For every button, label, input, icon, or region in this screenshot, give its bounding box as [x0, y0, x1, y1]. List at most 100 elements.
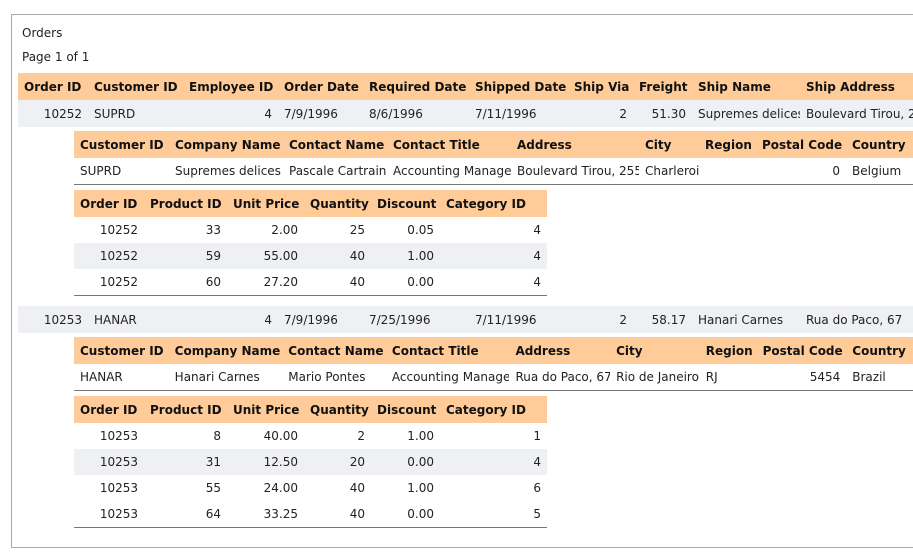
product-id: 33 [205, 223, 221, 237]
customer-id: SUPRD [80, 164, 122, 178]
col-header-address: Address [515, 343, 571, 358]
product-id: 31 [205, 455, 221, 469]
ship-address: Rua do Paco, 67 [806, 312, 903, 327]
col-header-customer-id: Customer ID [80, 343, 164, 358]
col-header-employee-id: Employee ID [189, 79, 274, 94]
col-header-region: Region [705, 137, 752, 152]
ship-address: Boulevard Tirou, 255 [806, 106, 913, 121]
col-header-product-id: Product ID [150, 402, 222, 417]
ship-name: Hanari Carnes [698, 312, 784, 327]
col-header-contact-title: Contact Title [391, 343, 479, 358]
detail-row: 10253 8 40.00 2 1.00 1 [74, 423, 547, 449]
quantity: 40 [349, 249, 365, 263]
employee-id: 4 [264, 312, 272, 327]
col-header-product-id: Product ID [150, 196, 222, 211]
detail-row: 10253 64 33.25 40 0.00 5 [74, 501, 547, 528]
unit-price: 12.50 [263, 455, 298, 469]
product-id: 55 [205, 481, 221, 495]
contact-name: Pascale Cartrain [289, 164, 387, 178]
col-header-contact-title: Contact Title [393, 137, 480, 152]
address: Boulevard Tirou, 255 [517, 164, 639, 178]
col-header-order-date: Order Date [284, 79, 359, 94]
col-header-region: Region [705, 343, 753, 358]
col-header-order-id: Order ID [80, 196, 138, 211]
product-id: 59 [205, 249, 221, 263]
detail-row: 10252 33 2.00 25 0.05 4 [74, 217, 547, 243]
contact-title: Accounting Manager [393, 164, 511, 178]
address: Rua do Paco, 67 [515, 370, 611, 384]
category-id: 5 [533, 507, 541, 521]
quantity: 25 [349, 223, 365, 237]
order-id: 10252 [43, 106, 82, 121]
country: Belgium [852, 164, 902, 178]
col-header-contact-name: Contact Name [289, 137, 385, 152]
quantity: 40 [349, 507, 365, 521]
order-date: 7/9/1996 [284, 312, 338, 327]
col-header-required-date: Required Date [369, 79, 467, 94]
col-header-category-id: Category ID [446, 196, 526, 211]
postal-code: 0 [832, 164, 840, 178]
order-id: 10253 [43, 312, 82, 327]
category-id: 4 [533, 275, 541, 289]
col-header-discount: Discount [377, 402, 437, 417]
unit-price: 40.00 [263, 429, 298, 443]
order-id: 10252 [99, 223, 138, 237]
unit-price: 2.00 [271, 223, 298, 237]
contact-name: Mario Pontes [288, 370, 366, 384]
col-header-contact-name: Contact Name [288, 343, 384, 358]
city: Rio de Janeiro [616, 370, 699, 384]
col-header-city: City [616, 343, 643, 358]
required-date: 8/6/1996 [369, 106, 423, 121]
col-header-order-id: Order ID [24, 79, 82, 94]
quantity: 2 [357, 429, 365, 443]
customer-id: SUPRD [94, 106, 136, 121]
detail-header-row: Order ID Product ID Unit Price Quantity … [74, 396, 547, 423]
product-id: 64 [205, 507, 221, 521]
category-id: 6 [533, 481, 541, 495]
order-id: 10253 [99, 455, 138, 469]
order-id: 10253 [99, 481, 138, 495]
col-header-ship-address: Ship Address [806, 79, 895, 94]
col-header-quantity: Quantity [310, 196, 369, 211]
col-header-discount: Discount [377, 196, 437, 211]
col-header-quantity: Quantity [310, 402, 369, 417]
ship-via: 2 [619, 106, 627, 121]
unit-price: 27.20 [263, 275, 298, 289]
unit-price: 24.00 [263, 481, 298, 495]
quantity: 20 [349, 455, 365, 469]
quantity: 40 [349, 481, 365, 495]
col-header-unit-price: Unit Price [233, 402, 300, 417]
col-header-address: Address [517, 137, 572, 152]
detail-row: 10252 60 27.20 40 0.00 4 [74, 269, 547, 296]
col-header-freight: Freight [639, 79, 688, 94]
col-header-country: Country [852, 137, 906, 152]
region: RJ [705, 370, 718, 384]
col-header-shipped-date: Shipped Date [475, 79, 567, 94]
col-header-ship-via: Ship Via [574, 79, 630, 94]
detail-row: 10253 55 24.00 40 1.00 6 [74, 475, 547, 501]
employee-id: 4 [264, 106, 272, 121]
page-info: Page 1 of 1 [22, 50, 90, 64]
category-id: 1 [533, 429, 541, 443]
unit-price: 33.25 [263, 507, 298, 521]
unit-price: 55.00 [263, 249, 298, 263]
discount: 1.00 [407, 429, 434, 443]
shipped-date: 7/11/1996 [475, 312, 537, 327]
customer-id: HANAR [80, 370, 123, 384]
discount: 0.00 [407, 275, 434, 289]
col-header-customer-id: Customer ID [80, 137, 164, 152]
orders-header-row: Order ID Customer ID Employee ID Order D… [18, 73, 913, 100]
required-date: 7/25/1996 [369, 312, 431, 327]
discount: 0.00 [407, 507, 434, 521]
order-id: 10253 [99, 429, 138, 443]
order-row: 10252 SUPRD 4 7/9/1996 8/6/1996 7/11/199… [18, 100, 913, 127]
freight: 58.17 [651, 312, 686, 327]
customer-header-row: Customer ID Company Name Contact Name Co… [74, 337, 913, 364]
city: Charleroi [645, 164, 699, 178]
discount: 0.05 [407, 223, 434, 237]
discount: 1.00 [407, 249, 434, 263]
postal-code: 5454 [809, 370, 841, 384]
col-header-category-id: Category ID [446, 402, 526, 417]
customer-row: HANAR Hanari Carnes Mario Pontes Account… [74, 364, 913, 391]
discount: 0.00 [407, 455, 434, 469]
